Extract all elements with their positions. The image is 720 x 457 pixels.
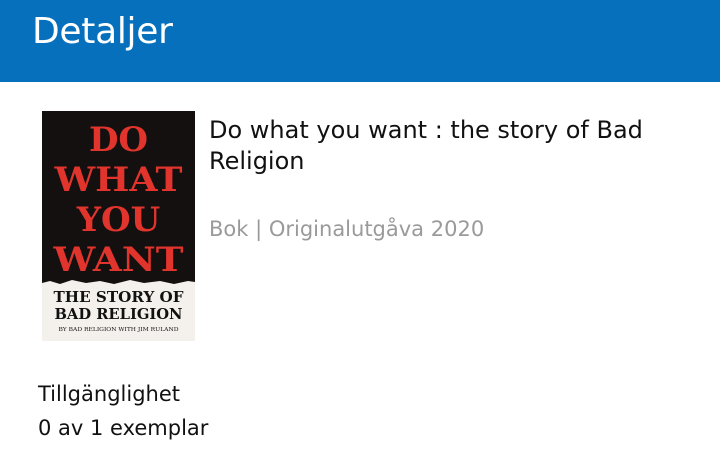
book-title: Do what you want : the story of Bad Reli…	[209, 116, 643, 175]
page-title: Detaljer	[32, 11, 173, 52]
cover-title-line3: YOU	[76, 200, 161, 240]
cover-title-line1: DO	[89, 120, 148, 160]
cover-subtitle-line2: BAD RELIGION	[55, 305, 183, 323]
app-bar: Detaljer	[0, 0, 720, 82]
availability-heading: Tillgänglighet	[38, 382, 180, 406]
cover-subtitle-line1: THE STORY OF	[54, 288, 184, 306]
cover-title-line2: WHAT	[53, 160, 182, 200]
book-cover-art: DO WHAT YOU WANT THE STORY OF BAD RELIGI…	[42, 111, 195, 341]
book-cover-image[interactable]: DO WHAT YOU WANT THE STORY OF BAD RELIGI…	[42, 111, 195, 341]
cover-title-line4: WANT	[52, 240, 183, 280]
cover-byline: BY BAD RELIGION WITH JIM RULAND	[59, 327, 180, 333]
book-format-edition: Bok | Originalutgåva 2020	[209, 217, 485, 241]
availability-count: 0 av 1 exemplar	[38, 416, 209, 440]
